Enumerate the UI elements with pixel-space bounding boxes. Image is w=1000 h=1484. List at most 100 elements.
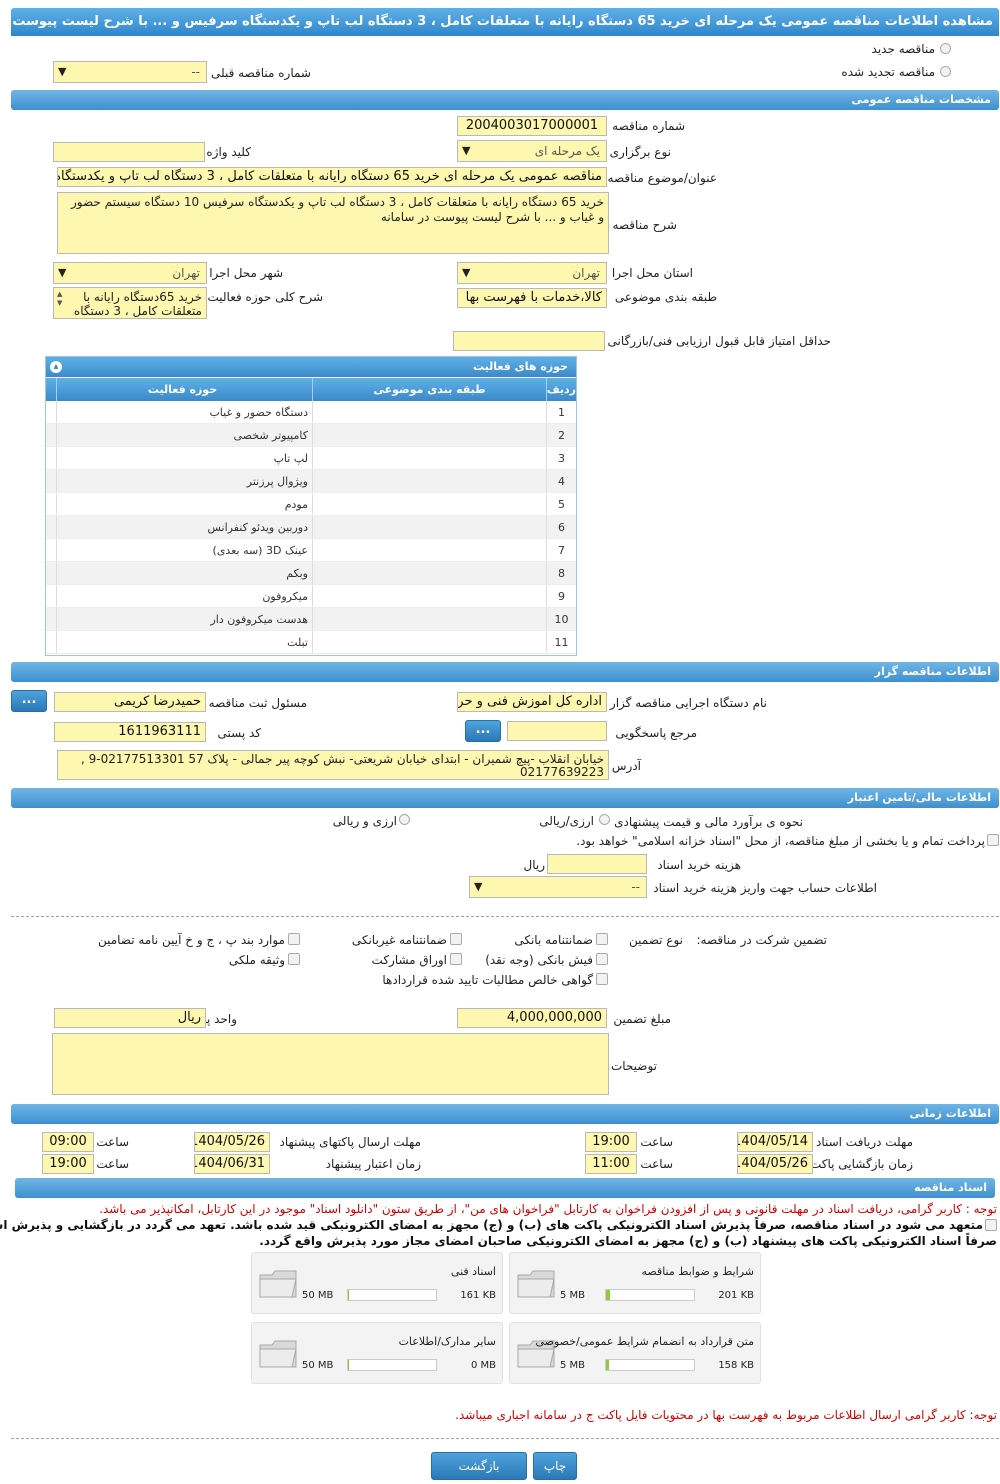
validity-time[interactable]: 19:00: [43, 1154, 95, 1174]
activities-table-body: 1 دستگاه حضور و غیاب 2 کامپیوتر شخصی 3 لپ تاپ…: [47, 401, 577, 654]
claims-checkbox[interactable]: [597, 973, 609, 985]
divider: [12, 916, 1000, 917]
rial-radio[interactable]: [600, 814, 611, 825]
description-field[interactable]: خرید 65 دستگاه رایانه با متعلقات کامل ، …: [58, 192, 610, 254]
document-card[interactable]: سایر مدارک/اطلاعات 50 MB 0 MB: [252, 1322, 504, 1384]
document-card[interactable]: اسناد فنی 50 MB 161 KB: [252, 1252, 504, 1314]
amount-field[interactable]: 4,000,000,000: [458, 1008, 608, 1028]
document-name: سایر مدارک/اطلاعات: [399, 1335, 497, 1348]
postal-field[interactable]: 1611963111: [55, 722, 207, 742]
property-label: وثیقه ملکی: [229, 953, 286, 967]
keyword-field[interactable]: [54, 142, 206, 162]
reference-lookup-button[interactable]: ...: [466, 720, 502, 742]
reference-field[interactable]: [508, 721, 608, 741]
table-row: 7 عینک 3D (سه بعدی): [47, 539, 577, 562]
document-current-size: 201 KB: [719, 1290, 755, 1301]
new-tender-radio[interactable]: [941, 43, 952, 54]
account-select[interactable]: -- ▼: [470, 876, 648, 898]
org-field[interactable]: اداره کل اموزش فنی و حرفه ای: [458, 692, 608, 712]
tender-number-field[interactable]: 2004003017000001: [458, 116, 608, 136]
validity-date[interactable]: 1404/06/31: [195, 1154, 271, 1174]
row-category: [313, 608, 547, 630]
collapse-icon[interactable]: ▴: [51, 361, 63, 373]
row-activity: دوربین ویدئو کنفرانس: [57, 516, 313, 538]
row-activity: عینک 3D (سه بعدی): [57, 539, 313, 561]
doc-fee-field[interactable]: [548, 854, 648, 874]
col-activity: حوزه فعالیت: [57, 378, 313, 401]
registrar-field[interactable]: حمیدرضا کریمی: [55, 692, 207, 712]
doc-fee-label: هزینه خرید اسناد: [658, 858, 742, 872]
send-time[interactable]: 09:00: [43, 1132, 95, 1152]
province-select[interactable]: تهران ▼: [458, 262, 608, 284]
notes-field[interactable]: [53, 1033, 610, 1095]
address-field[interactable]: خیابان انقلاب -پیچ شمیران - ابتدای خیابا…: [58, 750, 610, 780]
non-bank-guarantee-checkbox[interactable]: [451, 933, 463, 945]
bank-guarantee-label: ضمانتنامه بانکی: [515, 933, 594, 947]
renewed-tender-radio[interactable]: [941, 66, 952, 77]
treasury-note: پرداخت تمام و یا بخشی از مبلغ مناقصه، از…: [577, 834, 986, 848]
document-name: شرایط و ضوابط مناقصه: [642, 1265, 756, 1278]
doc-fee-unit: ریال: [524, 858, 546, 872]
open-date[interactable]: 1404/05/26: [738, 1154, 814, 1174]
row-index: 8: [547, 562, 577, 584]
activity-scope-field[interactable]: خرید 65دستگاه رایانه با متعلقات کامل ، 3…: [54, 287, 208, 319]
estimate-label: نحوه ی برآورد مالی و قیمت پیشنهادی: [615, 815, 804, 829]
table-row: 11 تبلت: [47, 631, 577, 654]
document-max-size: 5 MB: [561, 1360, 587, 1371]
col-index: ردیف: [547, 378, 577, 401]
row-index: 1: [547, 401, 577, 423]
holding-type-value: یک مرحله ای: [535, 144, 601, 158]
chevron-down-icon: ▼: [59, 266, 68, 279]
open-time[interactable]: 11:00: [586, 1154, 638, 1174]
holding-type-label: نوع برگزاری: [610, 145, 672, 159]
row-activity: دستگاه حضور و غیاب: [57, 401, 313, 423]
previous-number-label: شماره مناقصه قبلی: [212, 66, 312, 80]
bonds-checkbox[interactable]: [451, 953, 463, 965]
document-card[interactable]: شرایط و ضوابط مناقصه 5 MB 201 KB: [510, 1252, 762, 1314]
open-label: زمان بازگشایی پاکت ها: [797, 1157, 914, 1171]
table-row: 6 دوربین ویدئو کنفرانس: [47, 516, 577, 539]
send-date[interactable]: 1404/05/26: [195, 1132, 271, 1152]
doc-receive-date[interactable]: 1404/05/14: [738, 1132, 814, 1152]
scroll-arrows-icon[interactable]: ▲ ▼: [58, 290, 63, 308]
chevron-down-icon: ▼: [463, 144, 472, 157]
min-score-field[interactable]: [454, 331, 606, 351]
bank-receipt-checkbox[interactable]: [597, 953, 609, 965]
clauses-checkbox[interactable]: [289, 933, 301, 945]
account-value: --: [632, 880, 641, 894]
org-label: نام دستگاه اجرایی مناقصه گزار: [610, 696, 768, 710]
row-index: 6: [547, 516, 577, 538]
document-name: متن قرارداد به انضمام شرایط عمومی/خصوصی: [536, 1335, 755, 1348]
property-checkbox[interactable]: [289, 953, 301, 965]
print-button[interactable]: چاپ: [534, 1452, 578, 1480]
category-field[interactable]: کالا،خدمات با فهرست بها: [458, 288, 608, 308]
doc-receive-time[interactable]: 19:00: [586, 1132, 638, 1152]
treasury-checkbox[interactable]: [988, 834, 1000, 846]
table-row: 10 هدست میکروفون دار: [47, 608, 577, 631]
open-time-label: ساعت: [641, 1157, 674, 1171]
previous-number-select[interactable]: -- ▼: [54, 61, 208, 83]
activities-table-title: حوزه های فعالیت ▴: [47, 357, 577, 377]
city-select[interactable]: تهران ▼: [54, 262, 208, 284]
currency-radio[interactable]: [400, 814, 411, 825]
previous-number-value: --: [192, 65, 201, 79]
subject-field[interactable]: مناقصه عمومی یک مرحله ای خرید 65 دستگاه …: [58, 167, 608, 187]
description-label: شرح مناقصه: [613, 218, 678, 232]
row-activity: ویژوال پرزنتر: [57, 470, 313, 492]
chevron-down-icon: ▼: [475, 880, 484, 893]
currency-field[interactable]: ریال: [55, 1008, 207, 1028]
claims-label: گواهی خالص مطالبات تایید شده قراردادها: [383, 973, 594, 987]
bank-receipt-label: فیش بانکی (وجه نقد): [486, 953, 594, 967]
row-category: [313, 516, 547, 538]
bank-guarantee-checkbox[interactable]: [597, 933, 609, 945]
activities-table: حوزه های فعالیت ▴ ردیف طبقه بندی موضوعی …: [46, 356, 578, 656]
holding-type-select[interactable]: یک مرحله ای ▼: [458, 140, 608, 162]
folder-icon: [260, 1340, 298, 1368]
page-title: مشاهده اطلاعات مناقصه عمومی یک مرحله ای …: [12, 8, 1000, 36]
document-card[interactable]: متن قرارداد به انضمام شرایط عمومی/خصوصی 5…: [510, 1322, 762, 1384]
document-progress-bar: [606, 1359, 696, 1371]
row-activity: وبکم: [57, 562, 313, 584]
registrar-lookup-button[interactable]: ...: [12, 690, 48, 712]
back-button[interactable]: بازگشت: [432, 1452, 528, 1480]
download-note: توجه : کاربر گرامی، دریافت اسناد در مهلت…: [100, 1202, 998, 1216]
